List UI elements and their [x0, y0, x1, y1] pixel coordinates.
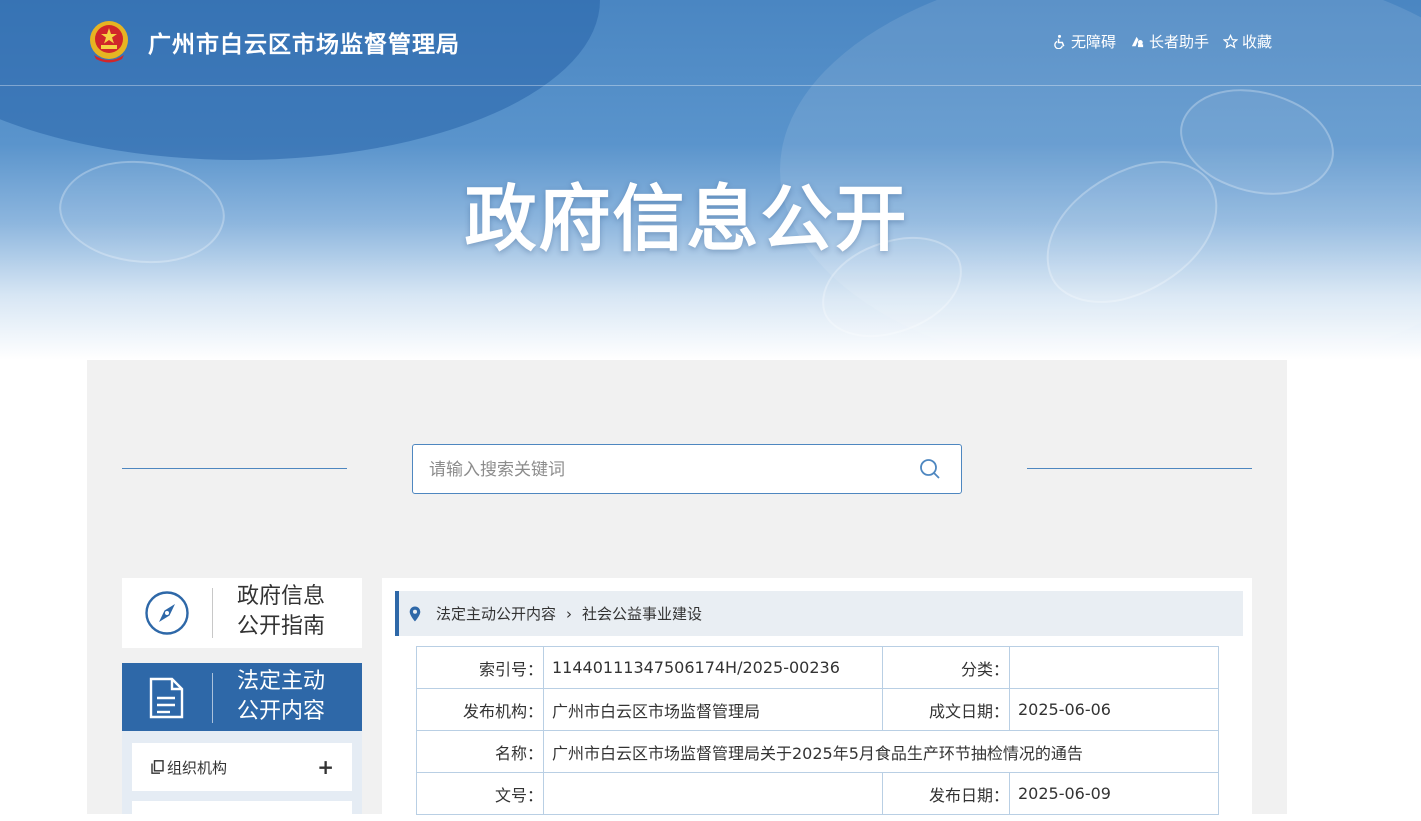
name-value: 广州市白云区市场监督管理局关于2025年5月食品生产环节抽检情况的通告	[543, 730, 1219, 773]
search-input[interactable]	[427, 445, 911, 495]
doc-number-value	[543, 772, 883, 815]
category-value	[1009, 646, 1219, 689]
elder-assist-link[interactable]: 长者助手	[1130, 31, 1209, 52]
publisher-label: 发布机构：	[416, 688, 544, 731]
published-date-value: 2025-06-09	[1009, 772, 1219, 815]
divider-left	[122, 468, 347, 469]
elder-assist-icon	[1131, 36, 1144, 48]
active-card-line2: 公开内容	[237, 699, 326, 724]
sidebar-menu: 组织机构 +	[122, 731, 362, 821]
sidebar-item-organization[interactable]: 组织机构 +	[132, 743, 352, 791]
table-row: 发布机构： 广州市白云区市场监督管理局 成文日期： 2025-06-06	[416, 688, 1219, 731]
search-icon[interactable]	[919, 458, 941, 480]
national-emblem-icon	[90, 21, 128, 63]
table-row: 索引号： 11440111347506174H/2025-00236 分类：	[416, 646, 1219, 689]
sidebar-item-next[interactable]	[132, 801, 352, 821]
guide-card[interactable]: 政府信息 公开指南	[122, 578, 362, 648]
location-pin-icon	[409, 606, 421, 621]
doc-number-label: 文号：	[416, 772, 544, 815]
sidebar-item-label: 组织机构	[167, 758, 228, 777]
index-label: 索引号：	[416, 646, 544, 689]
card-divider	[212, 673, 213, 723]
copy-icon	[151, 760, 164, 774]
compass-icon	[145, 591, 189, 635]
active-card-label: 法定主动 公开内容	[237, 667, 325, 727]
content-panel: 法定主动公开内容 › 社会公益事业建设 索引号： 114401113475061…	[382, 578, 1252, 815]
accessibility-icon	[1054, 34, 1065, 49]
accessibility-label: 无障碍	[1071, 33, 1117, 51]
top-bar: 广州市白云区市场监督管理局 无障碍 长者助手 收藏	[0, 0, 1421, 86]
header-tools: 无障碍 长者助手 收藏	[1052, 31, 1272, 52]
accessibility-link[interactable]: 无障碍	[1052, 31, 1116, 52]
publisher-value: 广州市白云区市场监督管理局	[543, 688, 883, 731]
page-heading: 政府信息公开	[464, 177, 909, 261]
category-label: 分类：	[882, 646, 1010, 689]
published-date-label: 发布日期：	[882, 772, 1010, 815]
site-title[interactable]: 广州市白云区市场监督管理局	[148, 25, 460, 59]
document-meta-table: 索引号： 11440111347506174H/2025-00236 分类： 发…	[416, 646, 1219, 815]
star-icon	[1223, 34, 1239, 49]
search-box	[412, 444, 962, 495]
guide-card-line1: 政府信息	[237, 584, 326, 609]
breadcrumb-link-public-welfare[interactable]: 社会公益事业建设	[582, 603, 702, 624]
index-value: 11440111347506174H/2025-00236	[543, 646, 883, 689]
main-area: 政府信息 公开指南 法定主动 公开内容 组织机构 +	[87, 360, 1287, 821]
table-row: 名称： 广州市白云区市场监督管理局关于2025年5月食品生产环节抽检情况的通告	[416, 730, 1219, 773]
guide-card-label: 政府信息 公开指南	[237, 582, 325, 642]
name-label: 名称：	[416, 730, 544, 773]
active-disclosure-card[interactable]: 法定主动 公开内容	[122, 663, 362, 731]
card-divider	[212, 588, 213, 638]
divider-right	[1027, 468, 1252, 469]
breadcrumb-link-active-disclosure[interactable]: 法定主动公开内容	[436, 603, 556, 624]
favorite-link[interactable]: 收藏	[1223, 31, 1272, 52]
hero-banner: 广州市白云区市场监督管理局 无障碍 长者助手 收藏 政府信息公开	[0, 0, 1421, 360]
breadcrumb: 法定主动公开内容 › 社会公益事业建设	[395, 591, 1243, 636]
expand-toggle[interactable]: +	[317, 755, 334, 779]
written-date-value: 2025-06-06	[1009, 688, 1219, 731]
breadcrumb-separator: ›	[566, 604, 573, 623]
document-icon	[149, 677, 184, 719]
guide-card-line2: 公开指南	[237, 614, 326, 639]
written-date-label: 成文日期：	[882, 688, 1010, 731]
table-row: 文号： 发布日期： 2025-06-09	[416, 772, 1219, 815]
active-card-line1: 法定主动	[237, 669, 326, 694]
favorite-label: 收藏	[1242, 33, 1273, 51]
elder-assist-label: 长者助手	[1149, 33, 1210, 51]
